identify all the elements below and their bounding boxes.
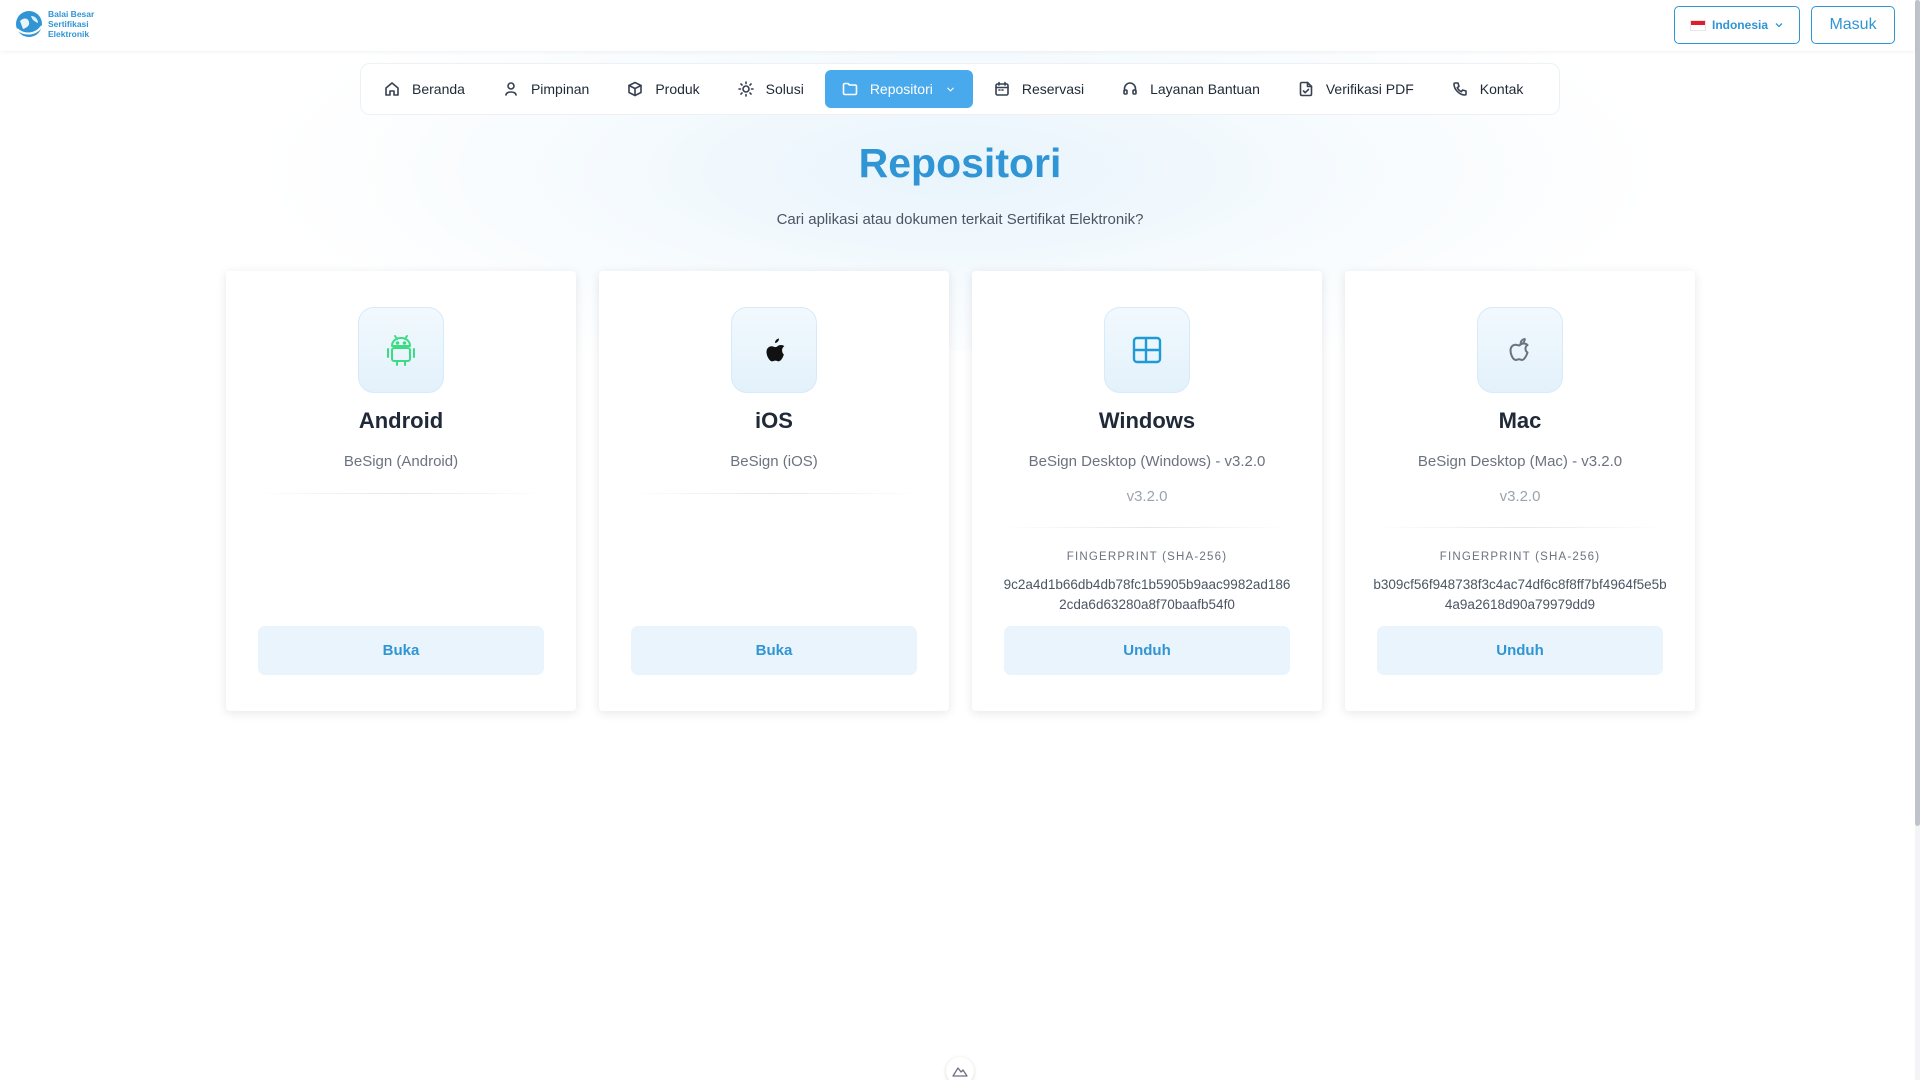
fingerprint-label: FINGERPRINT (SHA-256) [1066,551,1228,563]
logo[interactable]: Balai Besar Sertifikasi Elektronik [14,9,94,39]
platform-icon-box [1104,307,1190,393]
file-check-icon [1299,81,1313,97]
nav-item-solusi[interactable]: Solusi [721,70,821,108]
logo-line-2: Sertifikasi [48,19,89,29]
card-title: Windows [1098,408,1196,433]
card-title: Mac [1498,408,1542,433]
repository-cards: Android BeSign (Android) Buka iOS BeSign… [226,271,1695,711]
mountain-icon [952,1067,968,1077]
scroll-to-top-button[interactable] [946,1057,974,1080]
nav-label: Pimpinan [530,81,590,97]
page-subtitle: Cari aplikasi atau dokumen terkait Serti… [776,211,1144,228]
apple-icon [766,338,785,362]
card-android: Android BeSign (Android) Buka [226,271,576,711]
indonesia-flag-icon [1689,19,1706,31]
card-version: v3.2.0 [1126,488,1168,505]
nav-label: Reservasi [1021,81,1085,97]
nav-label: Beranda [412,81,465,97]
scrollbar-thumb[interactable] [1915,0,1920,826]
platform-icon-box [358,307,444,393]
nav-label: Solusi [765,81,804,97]
logo-globe-icon [16,11,43,37]
nav-label: Kontak [1479,81,1524,97]
folder-icon [842,82,858,96]
nav-item-produk[interactable]: Produk [610,70,716,108]
card-title: Android [358,408,444,433]
calendar-icon [995,81,1009,96]
nav-item-pimpinan[interactable]: Pimpinan [486,70,606,108]
logo-text: Balai Besar Sertifikasi Elektronik [48,9,94,39]
card-divider [1375,527,1665,528]
platform-icon-box [1477,307,1563,393]
nav-label: Verifikasi PDF [1325,81,1414,97]
user-icon [505,82,517,96]
platform-icon-box [731,307,817,393]
card-version: v3.2.0 [1499,488,1541,505]
download-windows-button[interactable]: Unduh [1004,626,1290,675]
fingerprint-label: FINGERPRINT (SHA-256) [1439,551,1601,563]
nav-item-layanan-bantuan[interactable]: Layanan Bantuan [1105,70,1277,108]
nav-item-reservasi[interactable]: Reservasi [977,70,1101,108]
logo-line-1: Balai Besar [48,9,95,19]
card-ios: iOS BeSign (iOS) Buka [599,271,949,711]
main-nav: Beranda Pimpinan Produk Solusi Repositor… [360,63,1560,115]
logo-line-3: Elektronik [48,29,90,39]
card-divider [629,493,919,494]
card-description: BeSign Desktop (Mac) - v3.2.0 [1417,453,1623,470]
phone-icon [1452,82,1467,96]
card-windows: Windows BeSign Desktop (Windows) - v3.2.… [972,271,1322,711]
nav-label: Repositori [869,81,933,97]
card-description: BeSign Desktop (Windows) - v3.2.0 [1028,453,1266,470]
nav-label: Produk [655,81,700,97]
nav-label: Layanan Bantuan [1150,81,1260,97]
card-description: BeSign (iOS) [730,453,818,470]
android-icon [387,335,415,366]
card-mac: Mac BeSign Desktop (Mac) - v3.2.0 v3.2.0… [1345,271,1695,711]
card-divider [256,493,546,494]
open-android-button[interactable]: Buka [258,626,544,675]
download-mac-button[interactable]: Unduh [1377,626,1663,675]
language-selector[interactable]: Indonesia [1674,6,1800,44]
apple-outline-icon [1509,338,1529,361]
nav-item-verifikasi-pdf[interactable]: Verifikasi PDF [1281,70,1431,108]
chevron-down-icon [1775,23,1783,28]
windows-icon [1132,336,1162,364]
box-icon [628,81,643,97]
headset-icon [1123,82,1137,95]
fingerprint-value: 9c2a4d1b66db4db78fc1b5905b9aac9982ad1862… [1003,577,1291,612]
chevron-down-icon [947,87,954,91]
language-label: Indonesia [1711,18,1768,32]
home-icon [385,82,399,96]
lightbulb-icon [737,81,754,97]
login-button[interactable]: Masuk [1811,6,1895,44]
fingerprint-value: b309cf56f948738f3c4ac74df6c8f8ff7bf4964f… [1373,577,1667,612]
nav-item-kontak[interactable]: Kontak [1435,70,1541,108]
card-divider [1002,527,1292,528]
nav-item-repositori[interactable]: Repositori [824,70,973,108]
top-bar: Balai Besar Sertifikasi Elektronik Indon… [0,0,1915,51]
nav-item-beranda[interactable]: Beranda [367,70,482,108]
card-title: iOS [755,408,793,433]
card-description: BeSign (Android) [343,453,459,470]
open-ios-button[interactable]: Buka [631,626,917,675]
page-title: Repositori [858,140,1062,186]
